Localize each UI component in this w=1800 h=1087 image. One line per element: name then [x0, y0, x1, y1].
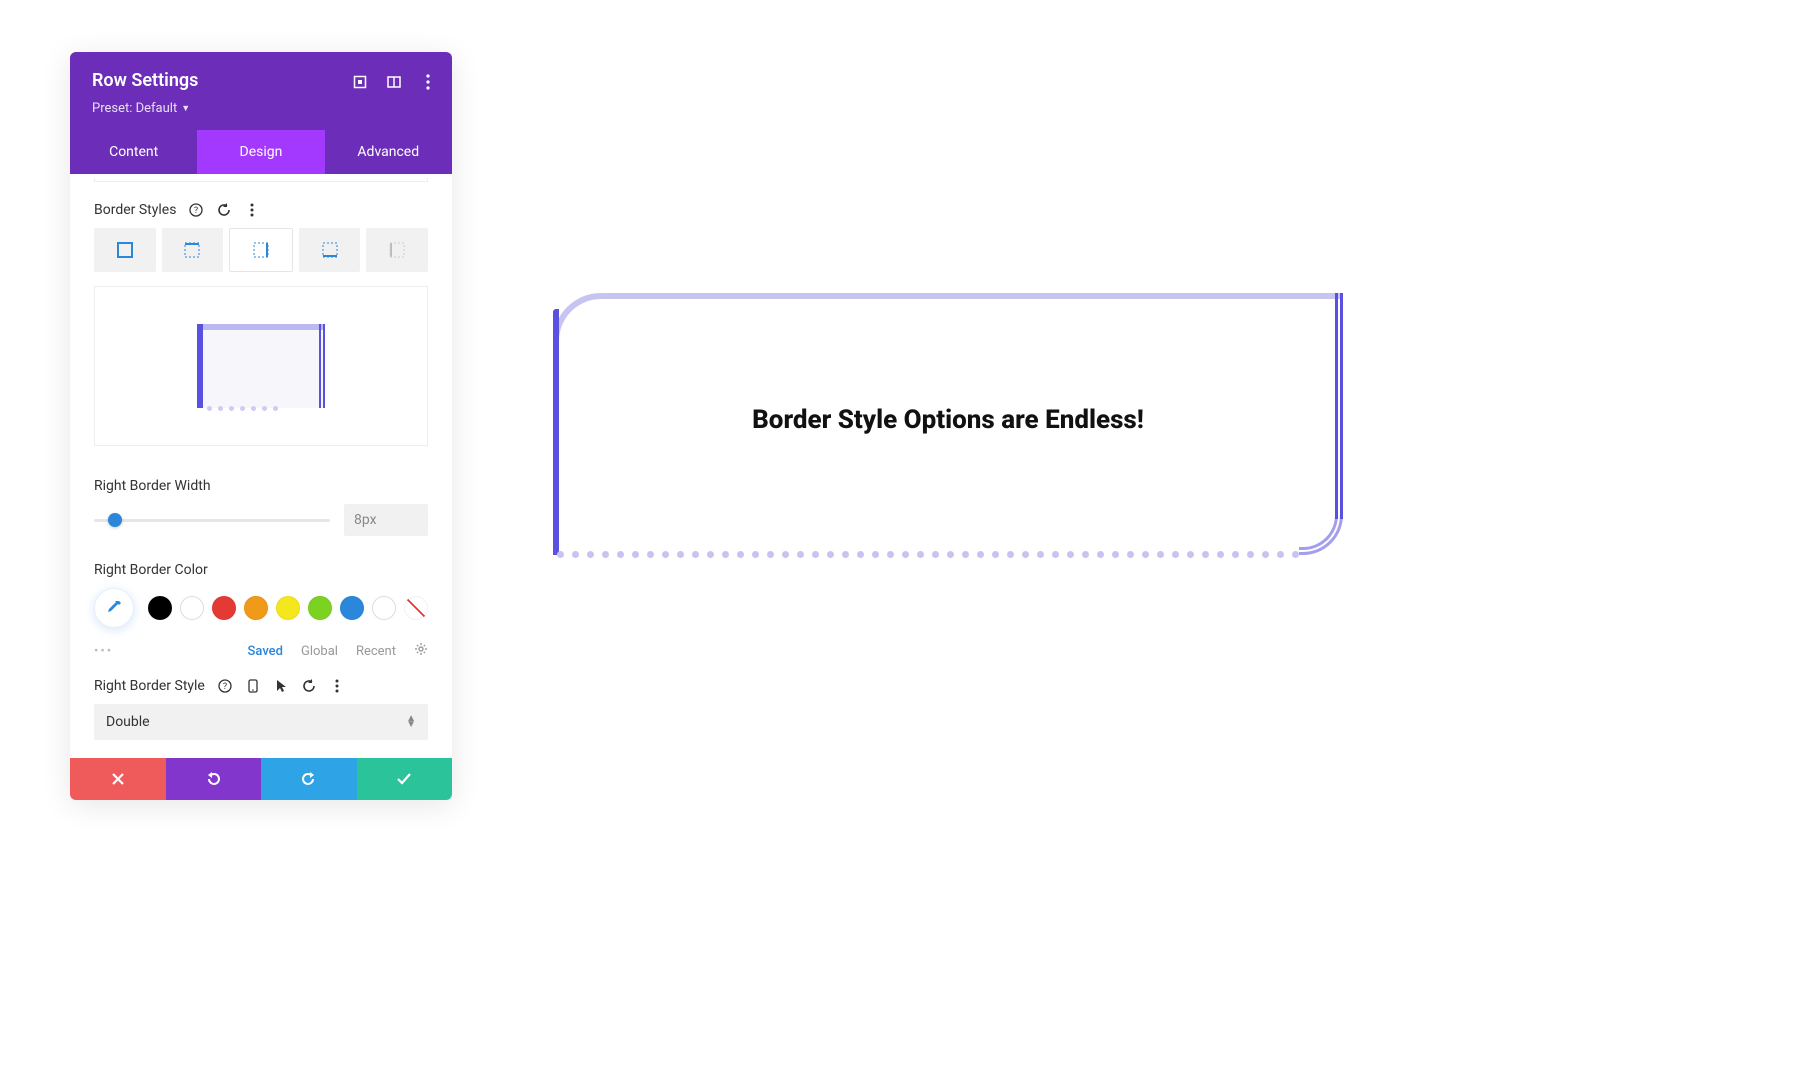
help-icon[interactable]: ?: [188, 202, 204, 218]
width-value-input[interactable]: 8px: [344, 504, 428, 536]
right-border-width-label: Right Border Width: [70, 466, 452, 504]
preset-label: Preset: Default: [92, 101, 177, 116]
reset-icon[interactable]: [301, 678, 317, 694]
preview-top-left-corner: [553, 293, 605, 345]
header-icon-group: [352, 74, 436, 90]
tab-advanced[interactable]: Advanced: [325, 130, 452, 174]
color-tab-recent[interactable]: Recent: [356, 644, 396, 659]
color-palette-tabs: ••• Saved Global Recent: [70, 634, 452, 672]
preview-right-border: [319, 324, 325, 408]
select-caret-icon: ▲▼: [406, 716, 416, 728]
preset-selector[interactable]: Preset: Default ▼: [92, 101, 190, 116]
more-vert-icon[interactable]: [329, 678, 345, 694]
width-slider[interactable]: [94, 514, 330, 526]
divider: [94, 178, 428, 182]
save-button[interactable]: [357, 758, 453, 800]
reset-icon[interactable]: [216, 202, 232, 218]
preview-bottom-right-corner: [1299, 511, 1343, 555]
color-swatch[interactable]: [244, 596, 268, 620]
svg-text:?: ?: [194, 206, 198, 216]
border-styles-label: Border Styles: [94, 202, 176, 218]
border-side-bottom[interactable]: [299, 228, 361, 272]
right-border-color-label: Right Border Color: [70, 550, 452, 588]
preview-bottom-border: [207, 405, 315, 411]
svg-text:?: ?: [223, 682, 227, 692]
border-side-top[interactable]: [162, 228, 224, 272]
preview-top-border: [197, 324, 325, 330]
border-side-selector: [70, 228, 452, 286]
gear-icon[interactable]: [414, 642, 428, 660]
color-swatch-none[interactable]: [404, 596, 428, 620]
row-settings-panel: Row Settings Preset: Default ▼ Content D…: [70, 52, 452, 800]
right-border-style-label-row: Right Border Style ?: [70, 672, 452, 704]
color-swatch[interactable]: [340, 596, 364, 620]
right-border-width-control: 8px: [70, 504, 452, 550]
color-swatch[interactable]: [308, 596, 332, 620]
tab-design[interactable]: Design: [197, 130, 324, 174]
preview-bottom-border: [557, 551, 1293, 558]
border-side-left[interactable]: [366, 228, 428, 272]
more-horiz-icon[interactable]: •••: [94, 644, 113, 659]
settings-tabs: Content Design Advanced: [70, 130, 452, 174]
more-vert-icon[interactable]: [420, 74, 436, 90]
color-tab-saved[interactable]: Saved: [248, 644, 283, 659]
caret-down-icon: ▼: [181, 103, 190, 114]
phone-icon[interactable]: [245, 678, 261, 694]
cancel-button[interactable]: [70, 758, 166, 800]
columns-icon[interactable]: [386, 74, 402, 90]
slider-track: [94, 519, 330, 522]
color-swatch-row: [70, 588, 452, 634]
preview-frame: Border Style Options are Endless!: [553, 293, 1343, 555]
border-style-select[interactable]: Double ▲▼: [94, 704, 428, 740]
color-swatch[interactable]: [212, 596, 236, 620]
border-side-right[interactable]: [229, 228, 293, 272]
preview-top-border: [601, 293, 1343, 299]
help-icon[interactable]: ?: [217, 678, 233, 694]
eyedropper-button[interactable]: [94, 588, 134, 628]
tab-content[interactable]: Content: [70, 130, 197, 174]
color-tab-global[interactable]: Global: [301, 644, 338, 659]
border-preview: [94, 286, 428, 446]
color-swatch[interactable]: [180, 596, 204, 620]
color-swatch[interactable]: [148, 596, 172, 620]
panel-header: Row Settings Preset: Default ▼: [70, 52, 452, 130]
slider-thumb[interactable]: [108, 513, 122, 527]
expand-icon[interactable]: [352, 74, 368, 90]
page-border-preview: Border Style Options are Endless!: [553, 293, 1343, 555]
more-vert-icon[interactable]: [244, 202, 260, 218]
right-border-style-label: Right Border Style: [94, 678, 205, 694]
color-swatch[interactable]: [372, 596, 396, 620]
panel-footer: [70, 758, 452, 800]
panel-body: Border Styles ?: [70, 178, 452, 758]
border-preview-box: [197, 324, 325, 408]
preview-left-border: [197, 324, 203, 408]
cursor-icon[interactable]: [273, 678, 289, 694]
redo-button[interactable]: [261, 758, 357, 800]
border-style-select-value: Double: [106, 714, 150, 730]
border-styles-label-row: Border Styles ?: [70, 192, 452, 228]
border-side-all[interactable]: [94, 228, 156, 272]
undo-button[interactable]: [166, 758, 262, 800]
preview-caption: Border Style Options are Endless!: [553, 405, 1343, 435]
color-swatch[interactable]: [276, 596, 300, 620]
